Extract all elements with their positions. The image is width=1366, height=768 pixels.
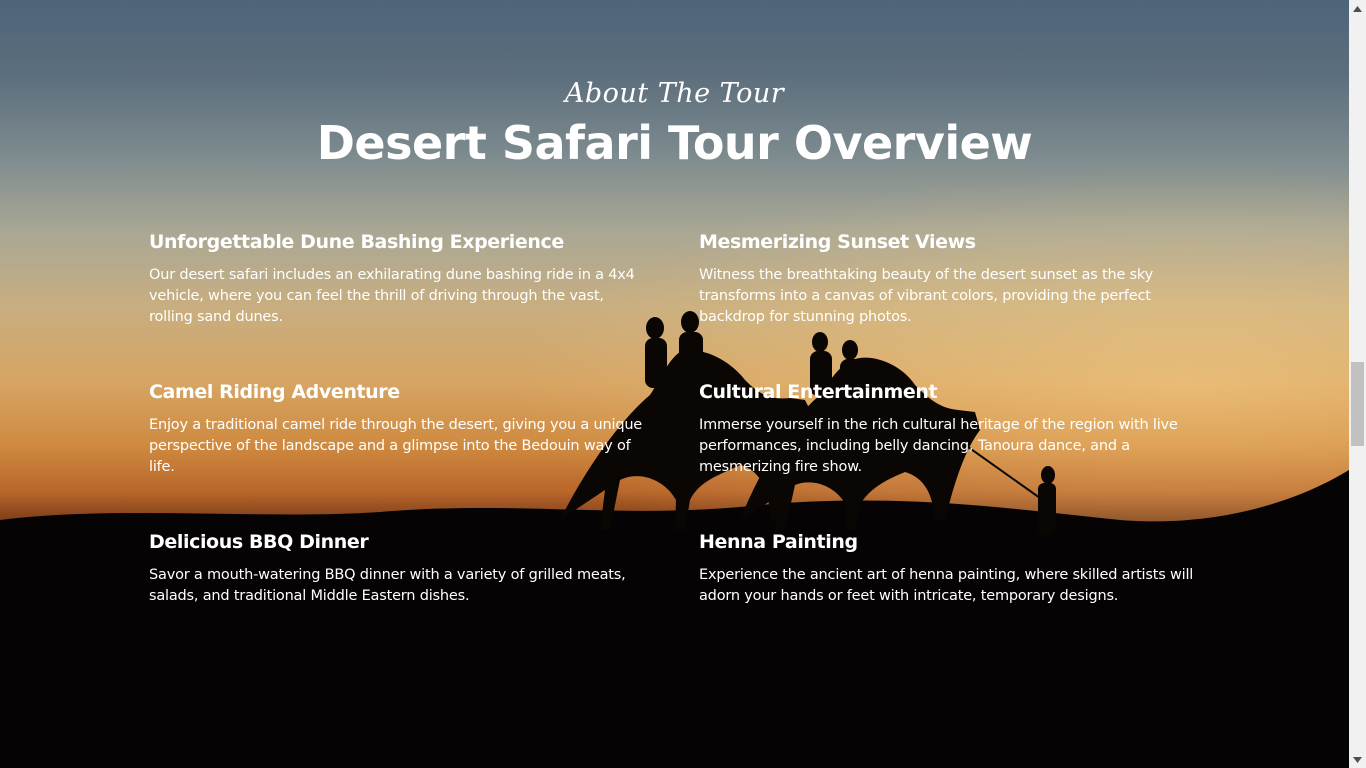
scroll-up-arrow-icon[interactable]: [1349, 0, 1366, 17]
feature-description: Immerse yourself in the rich cultural he…: [699, 417, 1178, 475]
feature-title: Delicious BBQ Dinner: [149, 531, 369, 553]
scroll-down-arrow-icon[interactable]: [1349, 751, 1366, 768]
feature-description: Experience the ancient art of henna pain…: [699, 567, 1194, 604]
feature-description: Witness the breathtaking beauty of the d…: [699, 267, 1153, 325]
vertical-scrollbar[interactable]: [1349, 0, 1366, 768]
page: About The Tour Desert Safari Tour Overvi…: [0, 0, 1366, 768]
feature-title: Cultural Entertainment: [699, 381, 938, 403]
feature-title: Henna Painting: [699, 531, 858, 553]
feature-dune-bashing: Unforgettable Dune Bashing Experience Ou…: [149, 231, 649, 328]
section-tagline: About The Tour: [564, 78, 785, 109]
feature-camel-riding: Camel Riding Adventure Enjoy a tradition…: [149, 381, 649, 478]
feature-bbq-dinner: Delicious BBQ Dinner Savor a mouth-water…: [149, 531, 649, 607]
tour-overview-section: About The Tour Desert Safari Tour Overvi…: [0, 0, 1349, 768]
page-title: Desert Safari Tour Overview: [316, 116, 1033, 170]
feature-title: Unforgettable Dune Bashing Experience: [149, 231, 564, 253]
feature-description: Our desert safari includes an exhilarati…: [149, 267, 635, 325]
feature-description: Enjoy a traditional camel ride through t…: [149, 417, 643, 475]
feature-description: Savor a mouth-watering BBQ dinner with a…: [149, 567, 626, 604]
feature-title: Mesmerizing Sunset Views: [699, 231, 976, 253]
feature-sunset-views: Mesmerizing Sunset Views Witness the bre…: [699, 231, 1199, 328]
scroll-thumb[interactable]: [1351, 362, 1364, 446]
feature-henna-painting: Henna Painting Experience the ancient ar…: [699, 531, 1199, 607]
feature-cultural-entertainment: Cultural Entertainment Immerse yourself …: [699, 381, 1199, 478]
feature-title: Camel Riding Adventure: [149, 381, 400, 403]
